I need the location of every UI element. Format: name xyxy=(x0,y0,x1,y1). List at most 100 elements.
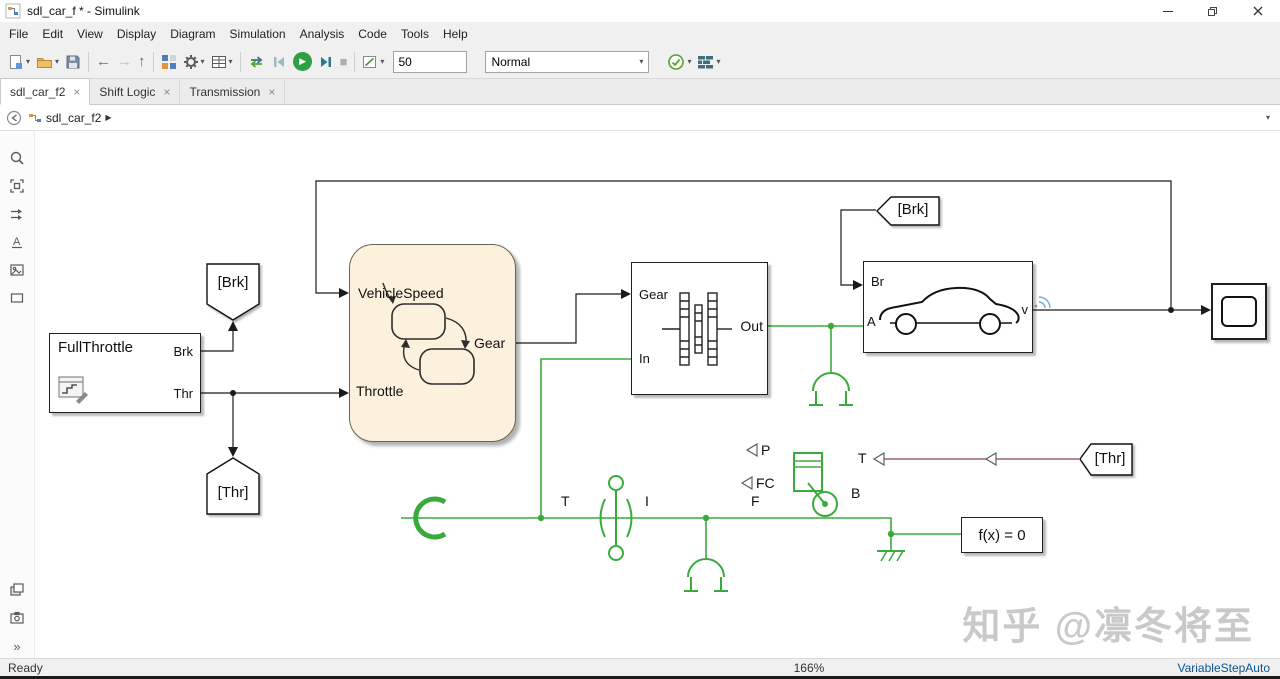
pace-icon xyxy=(362,54,378,70)
sidebar-area-button[interactable] xyxy=(8,289,26,307)
close-button[interactable] xyxy=(1235,0,1280,22)
breadcrumb-model[interactable]: sdl_car_f2 xyxy=(46,111,101,125)
chevrons-icon: » xyxy=(13,639,20,654)
sidebar-capture-button[interactable] xyxy=(8,609,26,627)
build-dropdown-icon[interactable]: ▾ xyxy=(716,57,720,66)
transmission-block[interactable]: Gear In Out xyxy=(631,262,768,395)
toolbar-separator xyxy=(88,52,89,72)
update-diagram-button[interactable]: ▾ xyxy=(665,51,693,73)
tab-label: Transmission xyxy=(189,85,260,99)
fit-view-icon xyxy=(9,178,25,194)
from-thr-label: [Thr] xyxy=(1087,450,1133,467)
simulation-mode-value: Normal xyxy=(491,55,530,69)
toolbar-separator xyxy=(354,52,355,72)
run-icon: ▶ xyxy=(293,52,312,71)
statusbar: Ready 166% VariableStepAuto xyxy=(0,658,1280,676)
tab-close-icon[interactable]: × xyxy=(163,85,170,99)
menu-help[interactable]: Help xyxy=(436,24,475,44)
stop-icon: ■ xyxy=(340,54,348,69)
stop-time-input[interactable] xyxy=(393,51,467,73)
fullthrottle-block[interactable]: FullThrottle Brk Thr xyxy=(49,333,201,413)
palette-sidebar: A » xyxy=(0,131,35,658)
restore-button[interactable] xyxy=(1190,0,1235,22)
data-editor-dropdown-icon[interactable]: ▾ xyxy=(229,57,233,66)
tab-transmission[interactable]: Transmission × xyxy=(180,80,285,104)
step-back-button[interactable] xyxy=(269,52,289,72)
forward-icon: → xyxy=(117,54,132,69)
new-model-button[interactable]: ▾ xyxy=(6,52,32,72)
shift-logic-chart-block[interactable]: VehicleSpeed Gear Throttle xyxy=(349,244,516,442)
sidebar-zoom-button[interactable] xyxy=(8,149,26,167)
engine-port-fc-label: FC xyxy=(756,475,775,491)
menu-analysis[interactable]: Analysis xyxy=(293,24,352,44)
simulation-mode-select[interactable]: Normal ▾ xyxy=(485,51,649,73)
diagram-canvas[interactable]: FullThrottle Brk Thr [Brk] [Thr] xyxy=(35,131,1280,658)
viewmarks-icon xyxy=(9,582,25,598)
menu-view[interactable]: View xyxy=(70,24,110,44)
mode-dropdown-icon: ▾ xyxy=(639,57,643,66)
run-button[interactable]: ▶ xyxy=(291,50,314,73)
build-button[interactable]: ▾ xyxy=(695,52,722,72)
menu-file[interactable]: File xyxy=(2,24,35,44)
simulink-window: sdl_car_f * - Simulink File Edit View Di… xyxy=(0,0,1280,679)
breadcrumb-options-button[interactable]: ▾ xyxy=(1266,113,1270,122)
fast-restart-button[interactable] xyxy=(246,52,267,72)
goto-brk-tag[interactable]: [Brk] xyxy=(206,263,260,321)
window-title: sdl_car_f * - Simulink xyxy=(27,4,1145,18)
zoom-icon xyxy=(9,150,25,166)
from-brk-tag[interactable]: [Brk] xyxy=(876,196,940,226)
menu-diagram[interactable]: Diagram xyxy=(163,24,222,44)
hide-explorer-button[interactable] xyxy=(6,110,22,126)
from-thr-tag[interactable]: [Thr] xyxy=(1079,443,1133,476)
up-icon: ↑ xyxy=(138,54,146,69)
minimize-button[interactable] xyxy=(1145,0,1190,22)
model-data-editor-button[interactable]: ▾ xyxy=(209,52,235,72)
tab-shift-logic[interactable]: Shift Logic × xyxy=(90,80,180,104)
update-dropdown-icon[interactable]: ▾ xyxy=(687,57,691,66)
back-button[interactable]: ← xyxy=(94,52,113,71)
sidebar-image-button[interactable] xyxy=(8,261,26,279)
menu-display[interactable]: Display xyxy=(110,24,163,44)
tab-label: Shift Logic xyxy=(99,85,155,99)
simulation-pace-button[interactable]: ▾ xyxy=(360,52,386,72)
up-button[interactable]: ↑ xyxy=(136,52,148,71)
goto-thr-tag[interactable]: [Thr] xyxy=(206,457,260,515)
open-dropdown-icon[interactable]: ▾ xyxy=(55,57,59,66)
library-browser-button[interactable] xyxy=(159,52,179,72)
pace-dropdown-icon[interactable]: ▾ xyxy=(380,57,384,66)
image-icon xyxy=(9,262,25,278)
sidebar-annotation-button[interactable]: A xyxy=(8,233,26,251)
scope-block[interactable] xyxy=(1211,283,1267,340)
sidebar-fit-view-button[interactable] xyxy=(8,177,26,195)
car-icon xyxy=(864,262,1032,352)
solver-name[interactable]: VariableStepAuto xyxy=(1177,661,1270,675)
vehicle-body-block[interactable]: Br A v xyxy=(863,261,1033,353)
sidebar-expand-button[interactable]: » xyxy=(8,637,26,655)
goto-thr-label: [Thr] xyxy=(206,484,260,501)
sidebar-viewmarks-button[interactable] xyxy=(8,581,26,599)
toolbar: ▾ ▾ ← → ↑ ▾ ▾ ▶ xyxy=(0,45,1280,79)
new-model-dropdown-icon[interactable]: ▾ xyxy=(26,57,30,66)
model-settings-button[interactable]: ▾ xyxy=(181,52,207,72)
menu-edit[interactable]: Edit xyxy=(35,24,70,44)
svg-text:A: A xyxy=(13,236,21,248)
tab-close-icon[interactable]: × xyxy=(73,85,80,99)
sidebar-pan-button[interactable] xyxy=(8,205,26,223)
step-forward-icon xyxy=(318,54,334,70)
open-button[interactable]: ▾ xyxy=(34,52,61,72)
step-forward-button[interactable] xyxy=(316,52,336,72)
menu-tools[interactable]: Tools xyxy=(394,24,436,44)
stop-button[interactable]: ■ xyxy=(338,52,350,71)
solver-block[interactable]: f(x) = 0 xyxy=(961,517,1043,553)
menu-code[interactable]: Code xyxy=(351,24,394,44)
tab-sdl-car-f2[interactable]: sdl_car_f2 × xyxy=(0,78,90,105)
model-settings-dropdown-icon[interactable]: ▾ xyxy=(201,57,205,66)
menu-simulation[interactable]: Simulation xyxy=(223,24,293,44)
tab-close-icon[interactable]: × xyxy=(268,85,275,99)
from-brk-label: [Brk] xyxy=(886,201,940,218)
shaft-label-t: T xyxy=(561,493,570,509)
save-icon xyxy=(65,54,81,70)
chart-port-gear: Gear xyxy=(474,335,505,351)
save-button[interactable] xyxy=(63,52,83,72)
forward-button[interactable]: → xyxy=(115,52,134,71)
